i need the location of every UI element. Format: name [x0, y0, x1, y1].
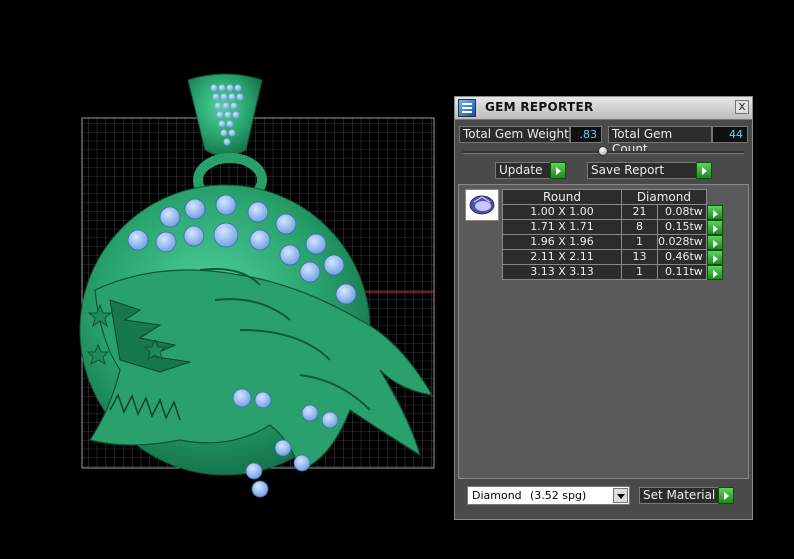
row-size: 1.96 X 1.96: [502, 234, 622, 250]
round-gem-icon: [469, 195, 495, 215]
set-material-button-label: Set Material: [643, 488, 716, 502]
3d-viewport[interactable]: [0, 0, 450, 559]
chevron-down-icon[interactable]: [613, 488, 628, 503]
row-go-icon[interactable]: [706, 219, 723, 235]
header-material: Diamond: [621, 189, 707, 205]
table-row[interactable]: 1.71 X 1.71 8 0.15tw: [502, 219, 724, 235]
row-weight: 0.46tw: [657, 249, 707, 265]
material-spg: (3.52 spg): [530, 489, 587, 502]
row-size: 2.11 X 2.11: [502, 249, 622, 265]
row-size: 1.00 X 1.00: [502, 204, 622, 220]
row-count: 1: [621, 264, 658, 280]
gem-reporter-icon: [458, 99, 476, 117]
row-weight: 0.15tw: [657, 219, 707, 235]
row-size: 1.71 X 1.71: [502, 219, 622, 235]
row-size: 3.13 X 3.13: [502, 264, 622, 280]
row-go-icon[interactable]: [706, 264, 723, 280]
row-go-icon[interactable]: [706, 234, 723, 250]
row-count: 1: [621, 234, 658, 250]
update-button[interactable]: Update: [495, 162, 566, 179]
viewport-canvas: [79, 73, 435, 498]
gem-list: Round Diamond 1.00 X 1.00 21 0.08tw 1.71…: [458, 184, 749, 479]
table-row[interactable]: 1.00 X 1.00 21 0.08tw: [502, 204, 724, 220]
save-report-go-icon: [696, 162, 712, 179]
save-report-button-label: Save Report: [591, 163, 665, 177]
gem-reporter-panel: GEM REPORTER x Total Gem Weight .83 Tota…: [454, 96, 753, 520]
panel-title: GEM REPORTER: [485, 100, 594, 114]
row-weight: 0.028tw: [657, 234, 707, 250]
total-gem-weight-value: .83: [570, 126, 602, 143]
set-material-button[interactable]: Set Material: [639, 487, 734, 504]
table-row[interactable]: 1.96 X 1.96 1 0.028tw: [502, 234, 724, 250]
row-count: 13: [621, 249, 658, 265]
total-gem-count-value: 44: [712, 126, 748, 143]
table-row[interactable]: 2.11 X 2.11 13 0.46tw: [502, 249, 724, 265]
total-gem-count-label: Total Gem Count: [608, 126, 712, 156]
update-button-label: Update: [499, 163, 543, 177]
total-gem-weight-label: Total Gem Weight: [459, 126, 570, 143]
row-go-icon[interactable]: [706, 204, 723, 220]
slider-handle[interactable]: [598, 146, 608, 156]
material-name: Diamond: [472, 489, 522, 502]
row-weight: 0.11tw: [657, 264, 707, 280]
set-material-go-icon: [718, 487, 734, 504]
save-report-button[interactable]: Save Report: [587, 162, 712, 179]
row-count: 21: [621, 204, 658, 220]
gem-table: Round Diamond 1.00 X 1.00 21 0.08tw 1.71…: [502, 189, 724, 280]
row-go-icon[interactable]: [706, 249, 723, 265]
table-row[interactable]: 3.13 X 3.13 1 0.11tw: [502, 264, 724, 280]
header-shape: Round: [502, 189, 622, 205]
material-dropdown[interactable]: Diamond (3.52 spg): [467, 486, 630, 505]
round-gem-thumbnail[interactable]: [465, 189, 499, 221]
title-bar[interactable]: GEM REPORTER x: [455, 97, 752, 120]
gem-table-header: Round Diamond: [502, 189, 724, 205]
update-go-icon: [550, 162, 566, 179]
row-weight: 0.08tw: [657, 204, 707, 220]
close-button[interactable]: x: [735, 100, 749, 114]
row-count: 8: [621, 219, 658, 235]
